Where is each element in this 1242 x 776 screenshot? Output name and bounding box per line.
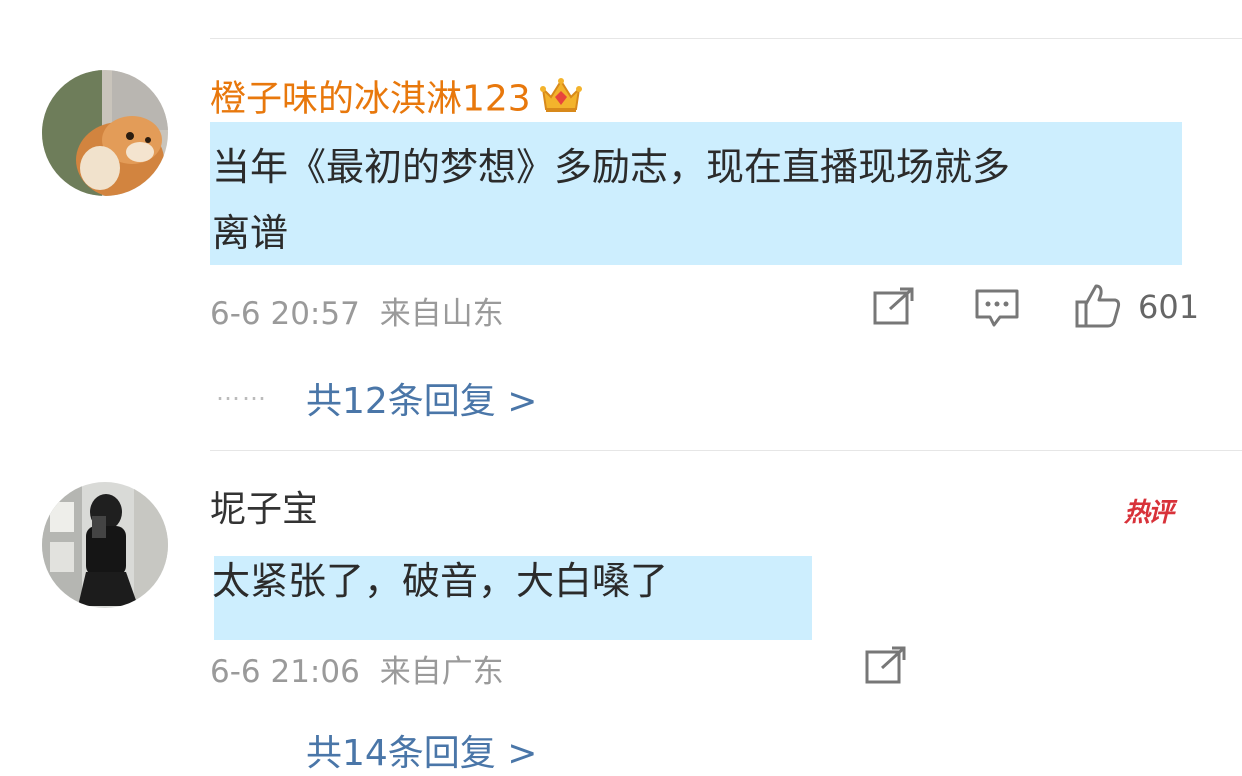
view-replies-link[interactable]: 共14条回复 >: [306, 724, 537, 776]
comment-text: 太紧张了，破音，大白嗓了: [212, 548, 832, 614]
avatar[interactable]: [42, 482, 168, 608]
comment-text: 当年《最初的梦想》多励志，现在直播现场就多 离谱: [212, 134, 1192, 266]
share-icon[interactable]: [864, 646, 908, 690]
comment-meta: 6-6 21:06 来自广东: [210, 646, 504, 691]
comment-line: 太紧张了，破音，大白嗓了: [212, 559, 669, 603]
username[interactable]: 坭子宝: [210, 488, 318, 532]
hot-comment-badge: 热评: [1124, 498, 1174, 528]
comment-icon[interactable]: [974, 287, 1020, 333]
location: 来自山东: [379, 296, 504, 332]
location: 来自广东: [379, 654, 504, 690]
reply-dots: ……: [216, 378, 268, 406]
view-replies-link[interactable]: 共12条回复 >: [306, 372, 537, 424]
comment-divider: [210, 450, 1242, 451]
avatar[interactable]: [42, 70, 168, 196]
comment-line: 离谱: [212, 211, 289, 255]
timestamp: 6-6 20:57: [210, 296, 360, 332]
top-divider: [210, 38, 1242, 39]
timestamp: 6-6 21:06: [210, 654, 360, 690]
like-icon[interactable]: [1074, 282, 1122, 334]
username-text[interactable]: 橙子味的冰淇淋123: [210, 79, 531, 120]
username[interactable]: 橙子味的冰淇淋123: [210, 75, 583, 126]
crown-icon: [539, 75, 583, 126]
like-count: 601: [1138, 288, 1200, 326]
comment-meta: 6-6 20:57 来自山东: [210, 288, 504, 333]
share-icon[interactable]: [872, 287, 916, 331]
comment-line: 当年《最初的梦想》多励志，现在直播现场就多: [212, 145, 1011, 189]
